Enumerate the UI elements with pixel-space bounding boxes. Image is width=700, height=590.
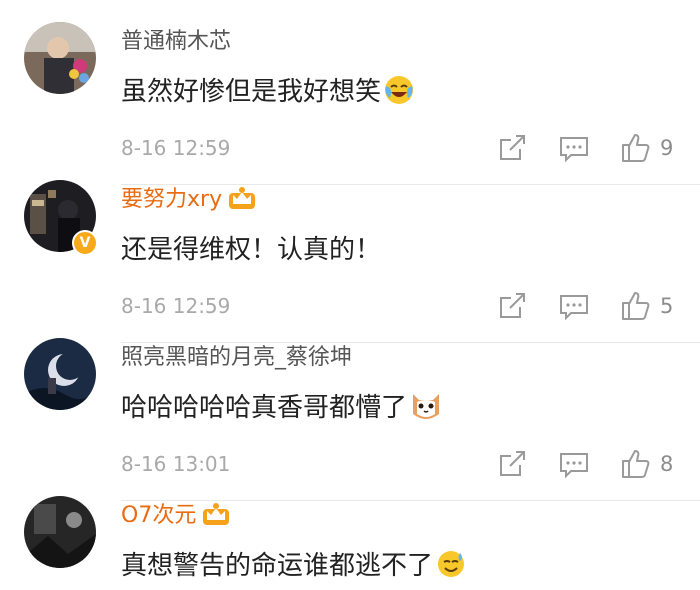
timestamp: 8-16 12:59 (121, 294, 231, 318)
vip-crown-icon (202, 502, 230, 536)
avatar[interactable] (24, 22, 96, 94)
username[interactable]: 普通楠木芯 (121, 26, 231, 58)
comment-icon[interactable] (558, 290, 590, 322)
comment-feed: 普通楠木芯 虽然好惨但是我好想笑 8-16 12:59 9 V 要努力xry 还… (0, 0, 700, 581)
timestamp: 8-16 13:01 (121, 452, 231, 476)
comment-text-content: 哈哈哈哈哈真香哥都懵了 (121, 393, 408, 423)
avatar[interactable] (24, 338, 96, 410)
like-count: 9 (660, 136, 674, 160)
sweat-smile-emoji (435, 548, 467, 590)
comment-text: 真想警告的命运谁都逃不了 (121, 548, 467, 590)
username[interactable]: 要努力xry (121, 184, 256, 220)
cat-face-emoji (409, 390, 443, 432)
verified-v-icon: V (72, 230, 98, 256)
comment-text: 还是得维权！认真的！ (121, 235, 382, 265)
username[interactable]: 照亮黑暗的月亮_蔡徐坤 (121, 342, 352, 374)
comment-text-content: 虽然好惨但是我好想笑 (121, 77, 382, 107)
like-count: 5 (660, 294, 674, 318)
comment-icon[interactable] (558, 448, 590, 480)
username[interactable]: O7次元 (121, 500, 230, 536)
laughing-crying-emoji (383, 74, 415, 116)
thumbs-up-icon[interactable] (620, 290, 652, 322)
share-icon[interactable] (496, 132, 528, 164)
share-icon[interactable] (496, 290, 528, 322)
thumbs-up-icon[interactable] (620, 132, 652, 164)
timestamp: 8-16 12:59 (121, 136, 231, 160)
thumbs-up-icon[interactable] (620, 448, 652, 480)
comment-text: 虽然好惨但是我好想笑 (121, 74, 415, 116)
username-text[interactable]: 要努力xry (121, 187, 222, 212)
share-icon[interactable] (496, 448, 528, 480)
comment-text: 哈哈哈哈哈真香哥都懵了 (121, 390, 443, 432)
comment-icon[interactable] (558, 132, 590, 164)
comment-text-content: 真想警告的命运谁都逃不了 (121, 551, 434, 581)
avatar[interactable] (24, 496, 96, 568)
like-count: 8 (660, 452, 674, 476)
username-text[interactable]: O7次元 (121, 503, 196, 528)
vip-crown-icon (228, 186, 256, 220)
